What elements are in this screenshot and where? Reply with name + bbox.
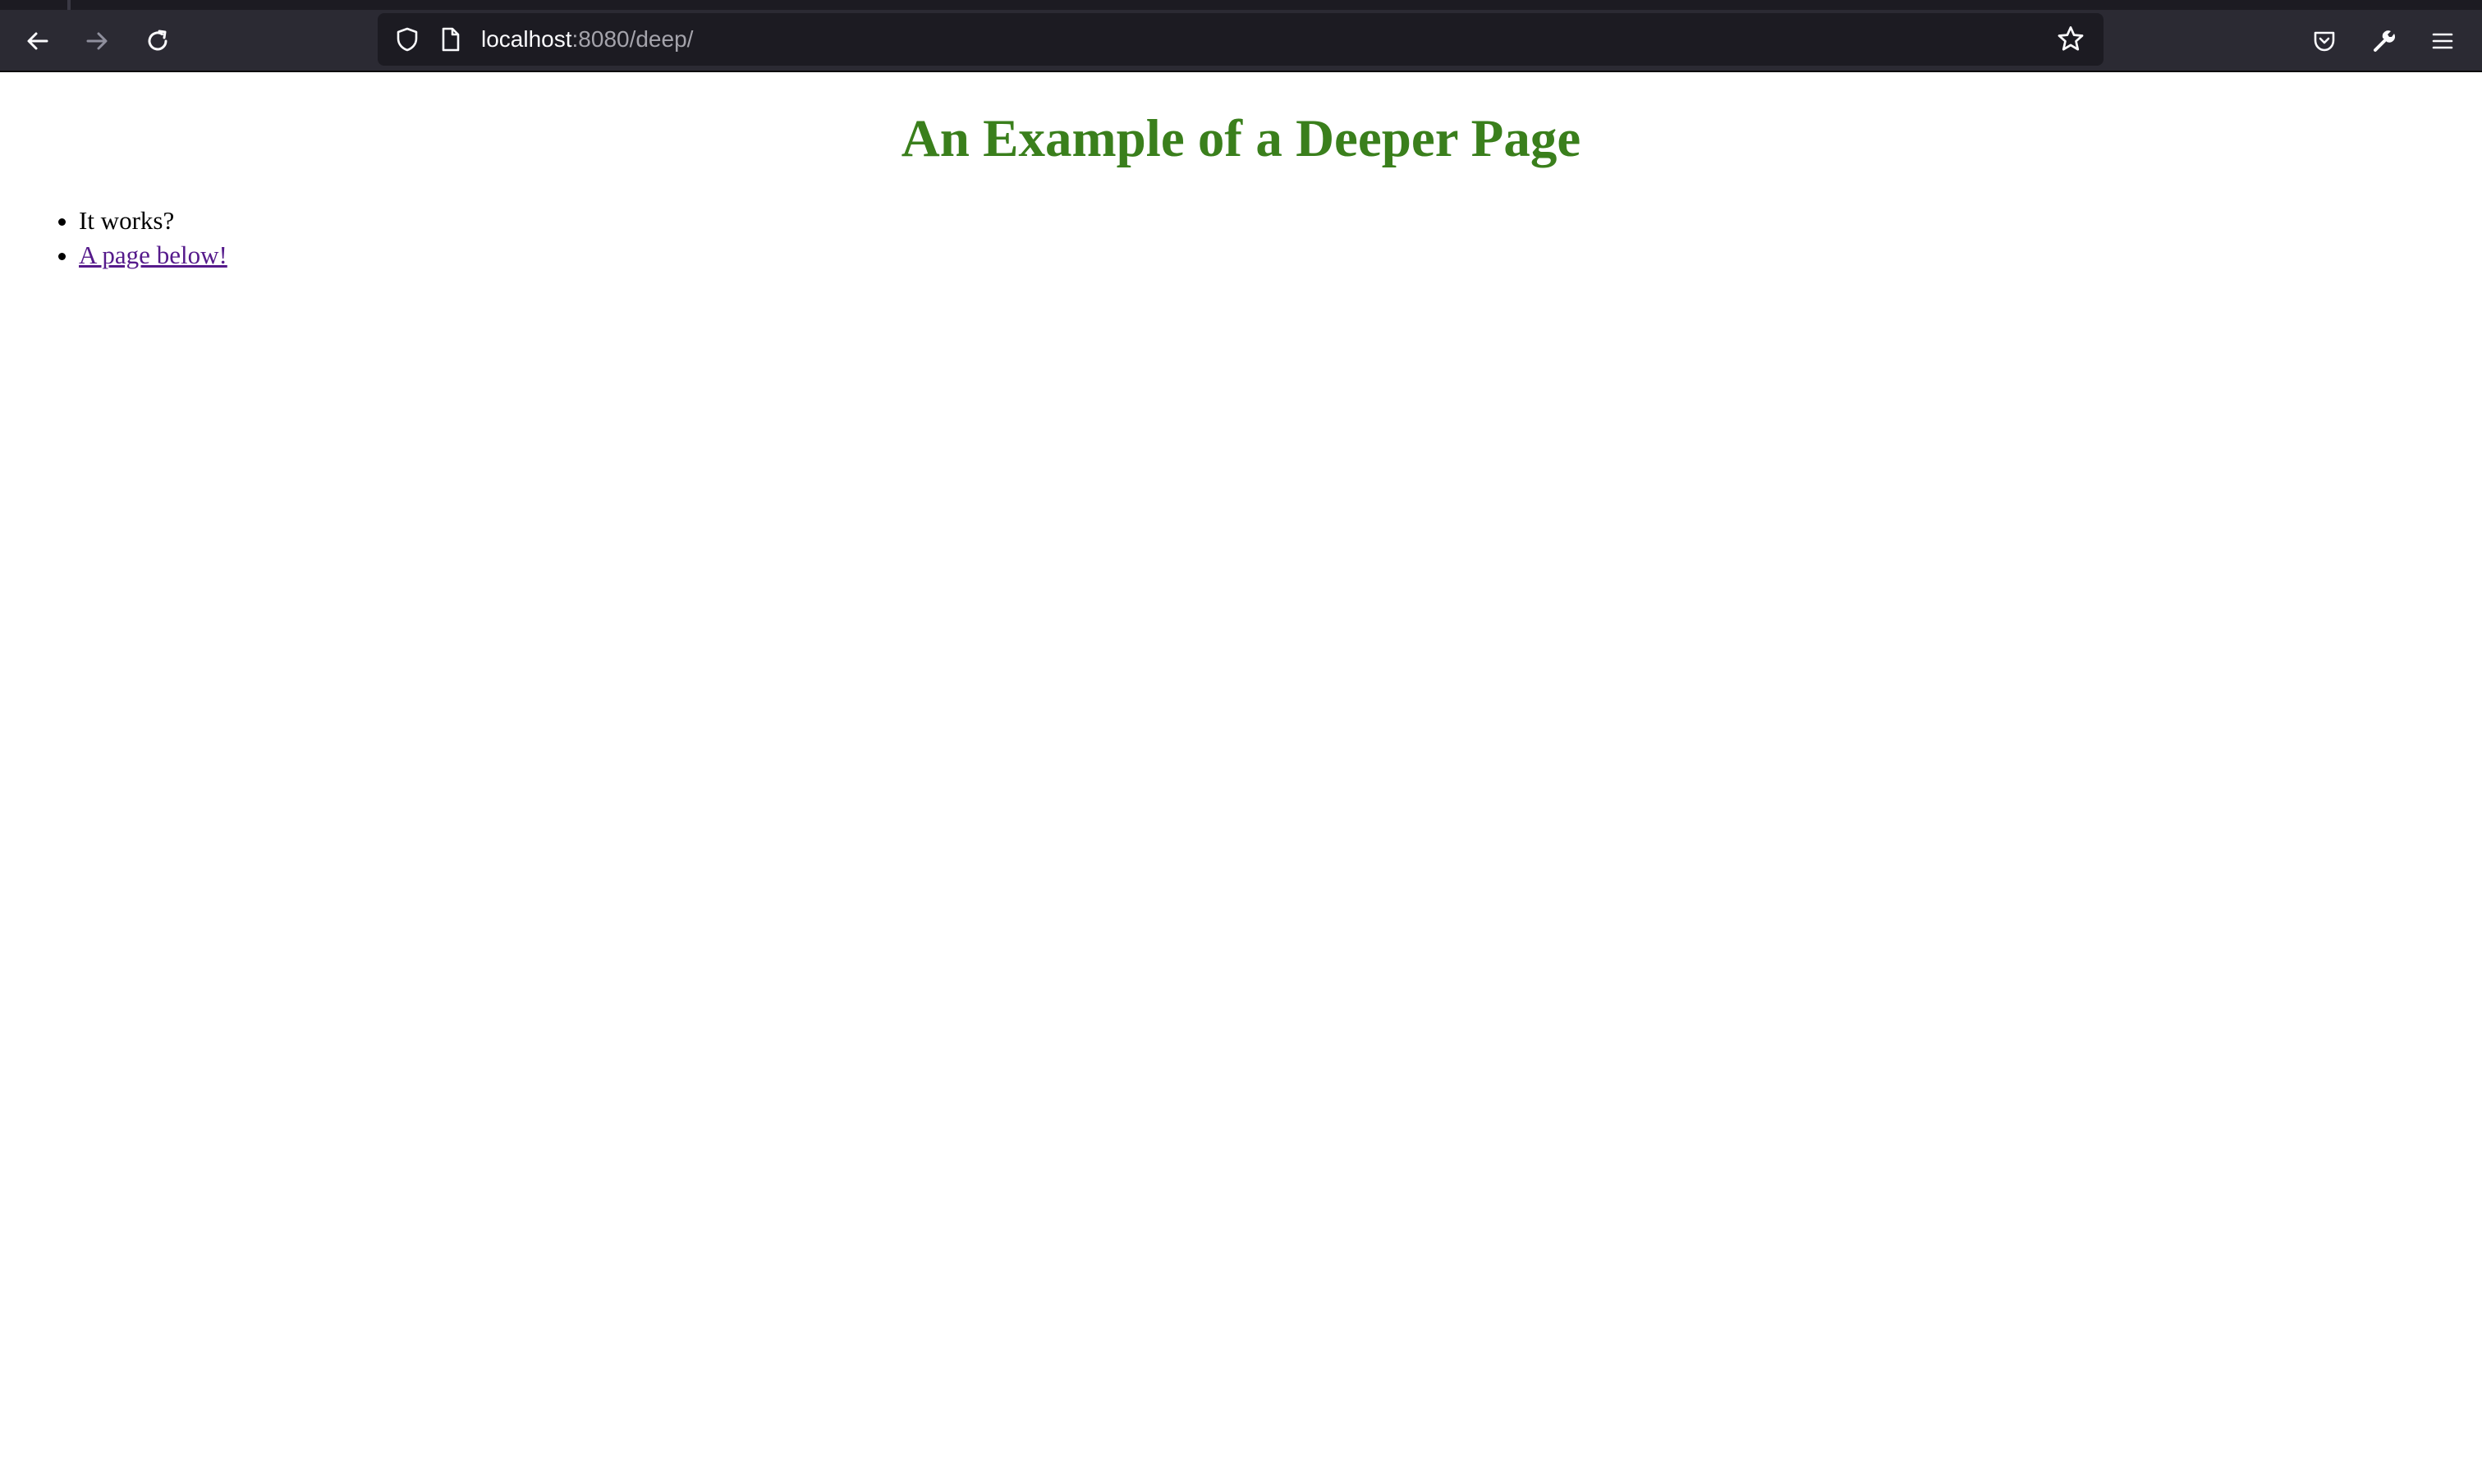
back-button[interactable] <box>15 18 61 64</box>
back-arrow-icon <box>27 32 48 50</box>
list-item-text: It works? <box>79 206 175 235</box>
page-icon <box>442 27 460 52</box>
tab-strip <box>0 0 2482 10</box>
navigation-toolbar: localhost:8080/deep/ <box>0 10 2482 72</box>
page-content: An Example of a Deeper Page It works? A … <box>0 72 2482 1484</box>
url-bar[interactable]: localhost:8080/deep/ <box>378 13 2104 66</box>
forward-button[interactable] <box>74 18 120 64</box>
list-item: A page below! <box>79 238 227 273</box>
page-below-link[interactable]: A page below! <box>79 240 227 269</box>
pocket-icon <box>2314 31 2335 52</box>
tab-separator <box>67 0 71 10</box>
app-menu-button[interactable] <box>2420 18 2466 64</box>
browser-window: localhost:8080/deep/ An Example of a Dee… <box>0 0 2482 1484</box>
page-title: An Example of a Deeper Page <box>901 109 1581 168</box>
reload-button[interactable] <box>135 18 181 64</box>
pocket-button[interactable] <box>2301 18 2347 64</box>
hamburger-menu-icon <box>2432 33 2453 49</box>
url-host: localhost <box>481 26 572 52</box>
url-path: :8080/deep/ <box>571 26 694 52</box>
list-item: It works? <box>79 204 227 238</box>
shield-icon <box>397 27 418 52</box>
wrench-icon <box>2374 30 2396 52</box>
tools-button[interactable] <box>2360 18 2406 64</box>
item-list: It works? A page below! <box>0 204 227 273</box>
bookmark-button[interactable] <box>2053 21 2089 57</box>
url-text[interactable]: localhost:8080/deep/ <box>481 13 693 66</box>
forward-arrow-icon <box>86 32 108 50</box>
star-icon <box>2058 26 2084 51</box>
tracking-protection-button[interactable] <box>389 21 425 57</box>
reload-icon <box>148 30 167 51</box>
site-info-button[interactable] <box>432 21 468 57</box>
